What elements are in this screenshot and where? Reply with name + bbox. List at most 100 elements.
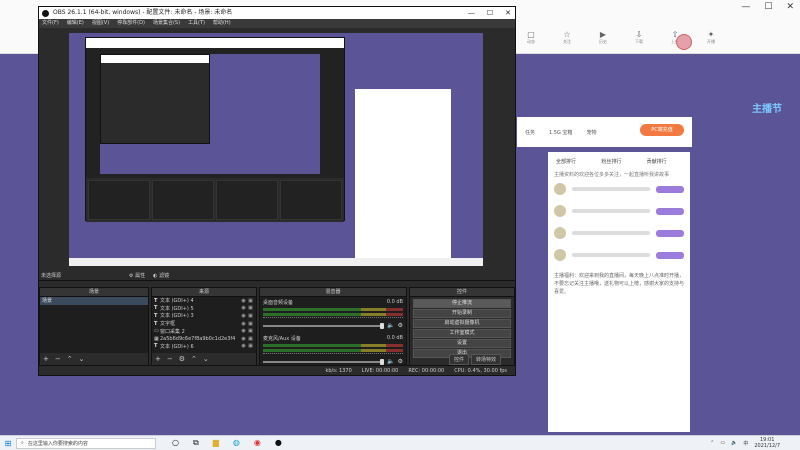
lock-icon[interactable]: ▣	[247, 336, 254, 342]
obs-icon[interactable]: ●	[275, 438, 282, 448]
ime-indicator[interactable]: 中	[743, 440, 748, 447]
gift-button-0[interactable]: 任务	[525, 129, 535, 136]
remove-icon[interactable]: −	[167, 355, 173, 363]
volume-icon[interactable]: 🔈	[731, 440, 737, 446]
panel-description: 主播福利：欢迎来到我的直播间，每天晚上八点准时开播，不要忘记关注主播哦，送礼物可…	[554, 273, 685, 295]
source-item[interactable]: T 文字框 ◉ ▣	[152, 320, 256, 328]
list-item[interactable]	[548, 178, 690, 200]
properties-button[interactable]: ⚙ 属性	[129, 272, 145, 279]
start-icon[interactable]: ⊞	[0, 439, 16, 448]
sources-title: 来源	[152, 288, 256, 297]
start-recording-button[interactable]: 开始录制	[413, 309, 511, 318]
add-icon[interactable]: +	[155, 355, 161, 363]
edge-icon[interactable]: ◍	[233, 438, 240, 448]
settings-button[interactable]: 设置	[413, 339, 511, 348]
lock-icon[interactable]: ▣	[247, 298, 254, 304]
tab-fans[interactable]: 粉丝排行	[601, 158, 636, 165]
dock-tabs: 控件 转场特效	[449, 354, 502, 365]
eye-icon[interactable]: ◉	[240, 328, 247, 334]
tab-contrib[interactable]: 贡献排行	[647, 158, 682, 165]
nav-icon-0[interactable]: ▢ 动态	[520, 30, 542, 45]
menu-file[interactable]: 文件(F)	[42, 19, 59, 28]
eye-icon[interactable]: ◉	[240, 313, 247, 319]
volume-slider[interactable]	[263, 322, 385, 329]
source-item[interactable]: ▦ 2a5b6d9c6e7f8a9b0c1d2e3f4 ◉ ▣	[152, 335, 256, 343]
lock-icon[interactable]: ▣	[247, 343, 254, 349]
list-item[interactable]	[548, 222, 690, 244]
studio-mode-button[interactable]: 工作室模式	[413, 329, 511, 338]
virtual-camera-button[interactable]: 启动虚拟摄像机	[413, 319, 511, 328]
move-down-icon[interactable]: ⌄	[203, 355, 209, 363]
tab-all[interactable]: 全部排行	[556, 158, 591, 165]
lock-icon[interactable]: ▣	[247, 321, 254, 327]
clock-date: 2021/12/7	[754, 443, 780, 449]
mixer-title: 混音器	[260, 288, 406, 297]
clock[interactable]: 19:01 2021/12/7	[754, 437, 780, 449]
preview-canvas[interactable]	[69, 33, 483, 266]
maximize-icon[interactable]: ☐	[487, 7, 493, 19]
menu-edit[interactable]: 编辑(E)	[67, 19, 84, 28]
gear-icon[interactable]: ⚙	[398, 358, 403, 365]
gear-icon[interactable]: ⚙	[179, 355, 185, 363]
gear-icon[interactable]: ⚙	[398, 322, 403, 329]
nav-icon-3[interactable]: ⇩ 下载	[628, 30, 650, 45]
minimize-icon[interactable]: —	[468, 7, 475, 19]
eye-icon[interactable]: ◉	[240, 321, 247, 327]
move-up-icon[interactable]: ⌃	[67, 355, 73, 363]
maximize-icon[interactable]: ☐	[764, 2, 772, 12]
gift-button-2[interactable]: 宠物	[586, 129, 596, 136]
source-item[interactable]: T 文本 (GDI+) 6 ◉ ▣	[152, 343, 256, 351]
eye-icon[interactable]: ◉	[240, 343, 247, 349]
speaker-icon[interactable]: 🔈	[387, 322, 394, 329]
minimize-icon[interactable]: —	[741, 2, 750, 12]
menu-help[interactable]: 帮助(H)	[213, 19, 231, 28]
move-up-icon[interactable]: ⌃	[191, 355, 197, 363]
lock-icon[interactable]: ▣	[247, 305, 254, 311]
source-item[interactable]: T 文本 (GDI+) 4 ◉ ▣	[152, 297, 256, 305]
charge-button[interactable]: PC端充值	[640, 124, 684, 136]
tab-controls[interactable]: 控件	[449, 354, 470, 365]
close-icon[interactable]: ✕	[505, 7, 511, 19]
search-input[interactable]: ⌕ 在这里输入你要搜索的内容	[16, 437, 156, 449]
list-item[interactable]	[548, 200, 690, 222]
lock-icon[interactable]: ▣	[247, 328, 254, 334]
task-view-2-icon[interactable]: ⧉	[193, 438, 199, 448]
nav-icon-1[interactable]: ☆ 关注	[556, 30, 578, 45]
remove-icon[interactable]: −	[55, 355, 61, 363]
file-explorer-icon[interactable]: ▆	[213, 438, 219, 448]
eye-icon[interactable]: ◉	[240, 336, 247, 342]
source-item[interactable]: T 文本 (GDI+) 5 ◉ ▣	[152, 305, 256, 313]
eye-icon[interactable]: ◉	[240, 298, 247, 304]
list-item[interactable]	[548, 244, 690, 266]
menu-docks[interactable]: 停靠部件(D)	[117, 19, 145, 28]
status-bar: kb/s: 1370 LIVE: 00:00:00 REC: 00:00:00 …	[39, 365, 515, 375]
lock-icon[interactable]: ▣	[247, 313, 254, 319]
nav-icon-5[interactable]: ✦ 开播	[700, 30, 722, 45]
avatar[interactable]	[676, 34, 692, 50]
live-status: LIVE: 00:00:00	[361, 368, 399, 374]
scene-item[interactable]: 场景	[40, 297, 148, 305]
tray-chevron-icon[interactable]: ⌃	[710, 440, 714, 446]
speaker-icon[interactable]: 🔈	[387, 358, 394, 365]
network-icon[interactable]: ▭	[720, 440, 725, 446]
close-icon[interactable]: ✕	[786, 2, 794, 12]
source-item[interactable]: ▭ 窗口采集 2 ◉ ▣	[152, 327, 256, 335]
add-icon[interactable]: +	[43, 355, 49, 363]
windows-taskbar: ⊞ ⌕ 在这里输入你要搜索的内容 ○ ⧉ ▆ ◍ ◉ ● ⌃ ▭ 🔈 中 19:…	[0, 435, 800, 450]
chrome-icon[interactable]: ◉	[254, 438, 261, 448]
stop-streaming-button[interactable]: 停止推流	[413, 299, 511, 308]
source-item[interactable]: T 文本 (GDI+) 3 ◉ ▣	[152, 312, 256, 320]
menu-view[interactable]: 视图(V)	[92, 19, 109, 28]
menu-scene-collection[interactable]: 场景集合(S)	[153, 19, 180, 28]
volume-slider[interactable]	[263, 358, 385, 365]
menu-tools[interactable]: 工具(T)	[188, 19, 205, 28]
obs-window: OBS 26.1.1 (64-bit, windows) - 配置文件: 未命名…	[38, 6, 516, 376]
obs-title-text: OBS 26.1.1 (64-bit, windows) - 配置文件: 未命名…	[53, 9, 233, 16]
eye-icon[interactable]: ◉	[240, 305, 247, 311]
filters-button[interactable]: ◐ 滤镜	[153, 272, 169, 279]
task-view-icon[interactable]: ○	[172, 438, 179, 448]
nav-icon-2[interactable]: ▶ 历史	[592, 30, 614, 45]
gift-button-1[interactable]: 1.5G 宝箱	[549, 129, 572, 136]
tab-transitions[interactable]: 转场特效	[471, 354, 502, 365]
move-down-icon[interactable]: ⌄	[79, 355, 85, 363]
